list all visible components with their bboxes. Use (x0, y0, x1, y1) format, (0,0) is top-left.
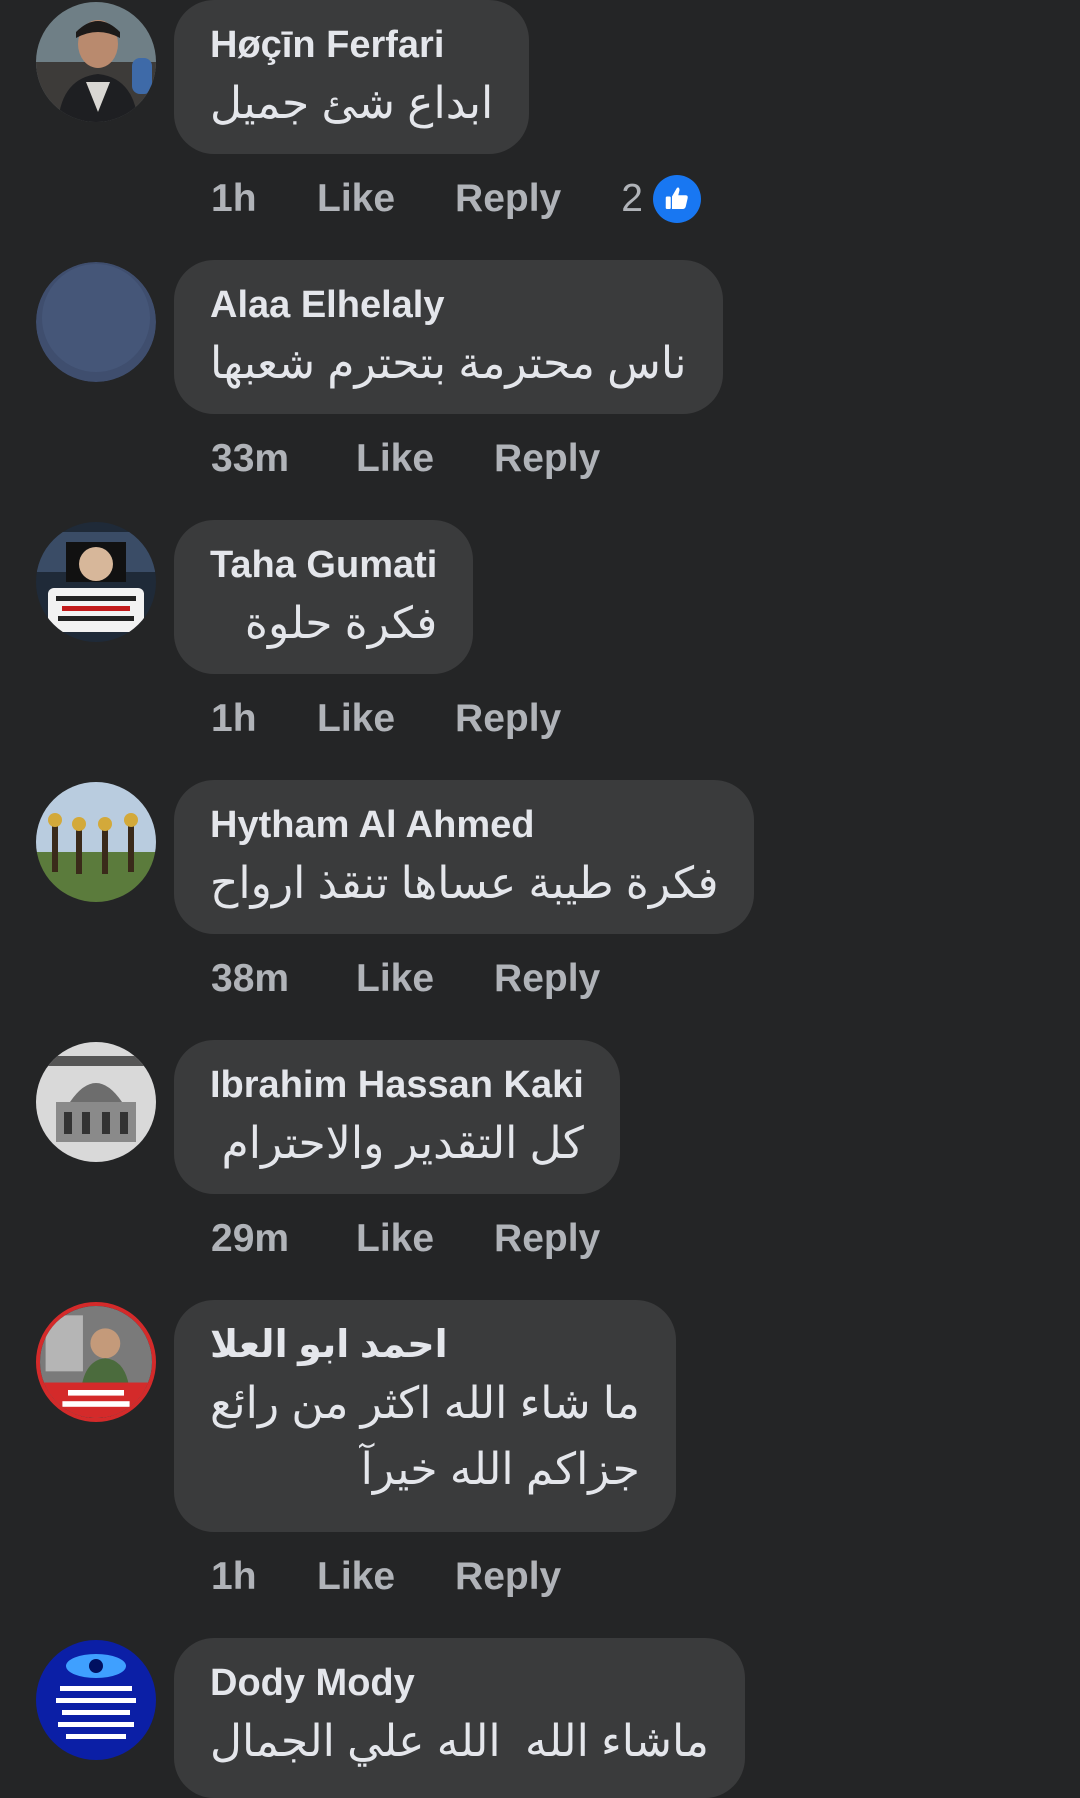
timestamp[interactable]: 1h (211, 697, 317, 741)
author-name[interactable]: Taha Gumati (210, 542, 437, 588)
comment-bubble: Alaa Elhelaly ناس محترمة بتحترم شعبها (174, 260, 723, 414)
author-name[interactable]: Ibrahim Hassan Kaki (210, 1062, 584, 1108)
avatar[interactable] (36, 1640, 156, 1760)
avatar[interactable] (36, 262, 156, 382)
comment-actions: 29m Like Reply (211, 1214, 600, 1264)
comment-bubble: احمد ابو العلا ما شاء الله اكثر من رائع … (174, 1300, 676, 1532)
avatar[interactable] (36, 782, 156, 902)
timestamp[interactable]: 38m (211, 957, 356, 1001)
timestamp[interactable]: 33m (211, 437, 356, 481)
reply-button[interactable]: Reply (494, 1217, 600, 1261)
timestamp[interactable]: 1h (211, 177, 317, 221)
author-name[interactable]: Dody Mody (210, 1660, 709, 1706)
comment-bubble: Taha Gumati فكرة حلوة (174, 520, 474, 674)
reaction-count: 2 (621, 177, 643, 220)
comment-text: فكرة طيبة عساها تنقذ ارواح (210, 859, 719, 908)
comment-actions: 33m Like Reply (211, 434, 600, 484)
like-button[interactable]: Like (317, 177, 395, 221)
reply-button[interactable]: Reply (494, 437, 600, 481)
author-name[interactable]: Hytham Al Ahmed (210, 802, 718, 848)
reply-button[interactable]: Reply (455, 697, 561, 741)
comment-actions: 38m Like Reply (211, 954, 600, 1004)
reaction-summary[interactable]: 2 (621, 175, 701, 223)
reply-button[interactable]: Reply (455, 177, 561, 221)
like-button[interactable]: Like (317, 697, 395, 741)
avatar[interactable] (36, 522, 156, 642)
comment-bubble: Hytham Al Ahmed فكرة طيبة عساها تنقذ ارو… (174, 780, 755, 934)
avatar[interactable] (36, 2, 156, 122)
like-button[interactable]: Like (356, 437, 434, 481)
comment-actions: 1h Like Reply (211, 694, 561, 744)
comment-bubble: Dody Mody ماشاء الله الله علي الجمال (174, 1638, 745, 1798)
thumbs-up-icon (652, 175, 701, 223)
comment-actions: 1h Like Reply (211, 1552, 561, 1602)
reply-button[interactable]: Reply (455, 1555, 561, 1599)
author-name[interactable]: احمد ابو العلا (210, 1322, 640, 1368)
comment-text-line: جزاكم الله خيرآ (360, 1445, 640, 1494)
avatar[interactable] (36, 1302, 156, 1422)
comment-actions: 1h Like Reply 2 (211, 174, 701, 224)
comment-bubble: Ibrahim Hassan Kaki كل التقدير والاحترام (174, 1040, 620, 1194)
avatar[interactable] (36, 1042, 156, 1162)
like-button[interactable]: Like (356, 957, 434, 1001)
like-button[interactable]: Like (317, 1555, 395, 1599)
comment-text: ناس محترمة بتحترم شعبها (210, 339, 687, 388)
reply-button[interactable]: Reply (494, 957, 600, 1001)
comment-bubble: Høçīn Ferfari ابداع شئ جميل (174, 0, 530, 154)
author-name[interactable]: Høçīn Ferfari (210, 22, 493, 68)
comment-text: ماشاء الله الله علي الجمال (210, 1717, 709, 1766)
author-name[interactable]: Alaa Elhelaly (210, 282, 687, 328)
like-button[interactable]: Like (356, 1217, 434, 1261)
comment-text: فكرة حلوة (244, 599, 438, 648)
timestamp[interactable]: 1h (211, 1555, 317, 1599)
timestamp[interactable]: 29m (211, 1217, 356, 1261)
comment-text: كل التقدير والاحترام (221, 1119, 584, 1168)
comment-text-line: ما شاء الله اكثر من رائع (210, 1379, 640, 1428)
comment-text: ابداع شئ جميل (210, 79, 494, 128)
